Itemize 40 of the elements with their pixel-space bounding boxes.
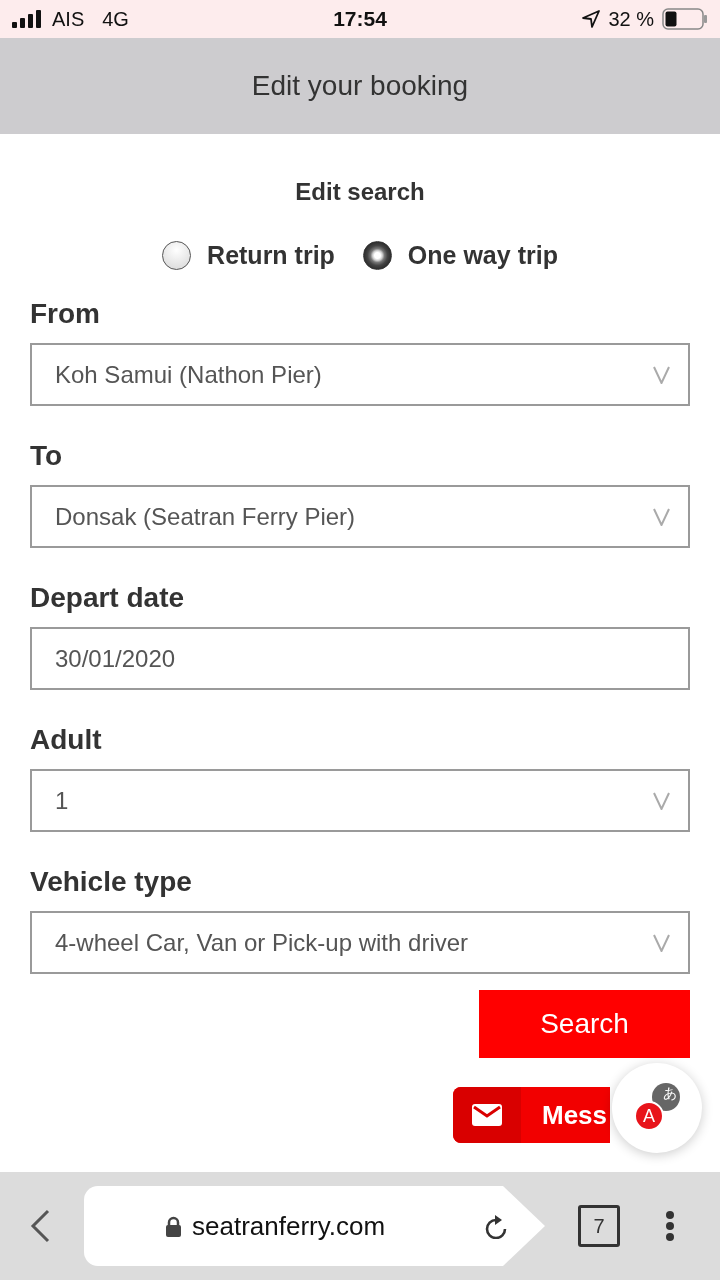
form-title: Edit search [295, 177, 425, 207]
address-bar[interactable]: seatranferry.com [84, 1186, 545, 1266]
message-button[interactable]: Mess [453, 1087, 610, 1143]
header-title: Edit your booking [251, 70, 469, 102]
dropdown-field[interactable]: Koh Samui (Nathon Pier) [30, 343, 690, 406]
radio-button[interactable] [162, 240, 192, 270]
carrier-name: AIS [52, 7, 85, 31]
field-label: From [30, 297, 100, 331]
latin-badge: A [634, 1101, 664, 1131]
clock-time: 17:54 [333, 7, 387, 31]
lock-icon [165, 1215, 182, 1237]
dropdown-field[interactable]: 1 [30, 769, 690, 832]
translate-button[interactable]: あ A [612, 1063, 702, 1153]
chevron-down-icon [653, 365, 670, 384]
mail-icon [453, 1087, 521, 1143]
dropdown-field[interactable]: 4-wheel Car, Van or Pick-up with driver [30, 911, 690, 974]
battery-percentage: 32 % [608, 7, 654, 31]
chevron-down-icon [653, 507, 670, 526]
field-label: Vehicle type [30, 865, 192, 899]
field-label: To [30, 439, 63, 473]
tabs-button[interactable]: 7 [578, 1205, 620, 1247]
chevron-down-icon [653, 791, 670, 810]
location-arrow-icon [582, 10, 601, 28]
field-label: Adult [30, 723, 102, 757]
radio-label[interactable]: Return trip [207, 240, 335, 270]
more-icon[interactable] [665, 1210, 675, 1242]
reload-icon[interactable] [484, 1213, 508, 1239]
radio-button[interactable] [362, 240, 392, 270]
battery-icon [662, 8, 708, 30]
search-button[interactable]: Search [479, 990, 690, 1058]
text-field[interactable]: 30/01/2020 [30, 627, 690, 690]
radio-label[interactable]: One way trip [407, 240, 558, 270]
field-label: Depart date [30, 581, 185, 615]
chevron-down-icon [653, 933, 670, 952]
network-type: 4G [102, 7, 129, 31]
url-text: seatranferry.com [192, 1210, 386, 1242]
dropdown-field[interactable]: Donsak (Seatran Ferry Pier) [30, 485, 690, 548]
signal-icon [12, 10, 42, 28]
kana-badge: あ [652, 1083, 680, 1111]
back-icon[interactable] [30, 1209, 50, 1243]
